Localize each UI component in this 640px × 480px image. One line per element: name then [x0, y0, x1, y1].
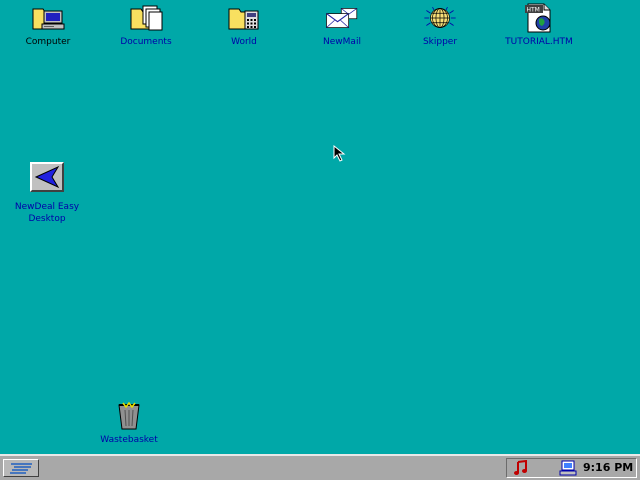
desktop-icon-world[interactable]: World: [214, 2, 274, 48]
desktop-icon-newmail[interactable]: NewMail: [312, 2, 372, 48]
desktop-icon-skipper[interactable]: Skipper: [410, 2, 470, 48]
mouse-pointer-icon: [333, 144, 349, 163]
system-tray: 9:16 PM: [506, 458, 637, 478]
icon-label: TUTORIAL.HTM: [505, 37, 573, 47]
music-note-icon[interactable]: [512, 460, 530, 476]
desktop-icon-tutorial-htm[interactable]: HTM TUTORIAL.HTM: [500, 2, 578, 48]
start-express-icon: [8, 459, 34, 478]
mail-envelope-icon: [325, 2, 359, 34]
computer-folder-icon: [31, 2, 65, 34]
blue-arrow-icon: [30, 162, 64, 192]
icon-label: Documents: [120, 37, 172, 47]
world-folder-icon: [227, 2, 261, 34]
icon-label: Computer: [25, 37, 71, 47]
icon-label: Wastebasket: [100, 435, 158, 445]
svg-text:HTM: HTM: [527, 7, 540, 14]
monitor-icon[interactable]: [559, 460, 577, 476]
start-button[interactable]: [3, 459, 39, 477]
documents-folder-icon: [129, 2, 163, 34]
globe-icon: [423, 2, 457, 34]
desktop-icon-computer[interactable]: Computer: [18, 2, 78, 48]
icon-label: NewMail: [323, 37, 361, 47]
icon-label: Skipper: [422, 37, 458, 47]
icon-label-line-2: Desktop: [28, 214, 66, 224]
clock[interactable]: 9:16 PM: [583, 461, 633, 474]
desktop[interactable]: Computer Documents World NewMail Skipper…: [0, 0, 640, 454]
icon-label-line-1: NewDeal Easy: [14, 202, 80, 212]
taskbar: 9:16 PM: [0, 454, 640, 480]
icon-label: World: [231, 37, 257, 47]
desktop-icon-wastebasket[interactable]: Wastebasket: [98, 400, 160, 446]
desktop-icon-documents[interactable]: Documents: [116, 2, 176, 48]
wastebasket-icon: [112, 400, 146, 432]
desktop-icon-newdeal-easy-desktop[interactable]: NewDeal Easy Desktop: [10, 162, 84, 225]
html-file-icon: HTM: [522, 2, 556, 34]
